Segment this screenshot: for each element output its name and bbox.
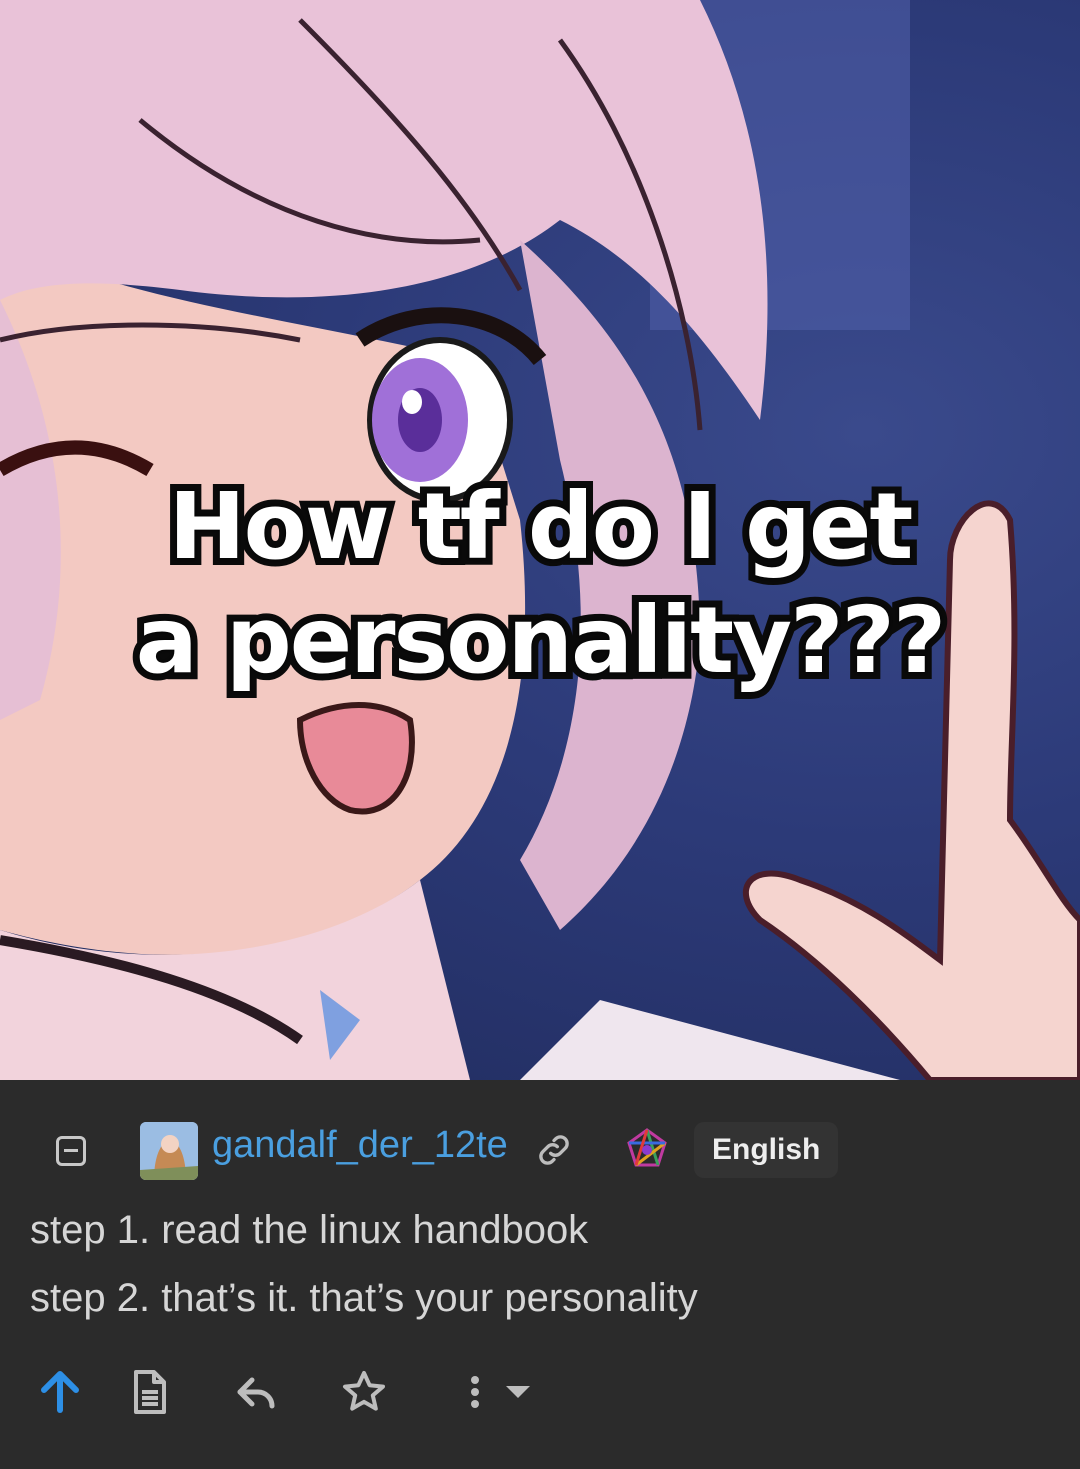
language-badge: English bbox=[694, 1122, 839, 1178]
comment-line-1: step 1. read the linux handbook bbox=[30, 1208, 589, 1252]
instance-logo-icon[interactable] bbox=[624, 1126, 670, 1177]
comment-actions bbox=[0, 1362, 1080, 1422]
comment-body: step 1. read the linux handbook step 2. … bbox=[30, 1196, 1050, 1332]
star-icon[interactable] bbox=[340, 1368, 388, 1421]
reply-icon[interactable] bbox=[232, 1368, 280, 1421]
link-icon[interactable] bbox=[534, 1130, 574, 1175]
anime-character-artwork bbox=[0, 0, 1080, 1080]
username-link[interactable]: gandalf_der_12te bbox=[212, 1124, 508, 1167]
comment-line-2: step 2. that’s it. that’s your personali… bbox=[30, 1276, 698, 1320]
avatar-image bbox=[140, 1122, 198, 1180]
chevron-down-icon[interactable] bbox=[502, 1368, 534, 1421]
avatar[interactable] bbox=[140, 1122, 198, 1180]
kebab-menu-icon[interactable] bbox=[460, 1368, 490, 1421]
arrow-up-icon[interactable] bbox=[36, 1368, 84, 1421]
comment-header: gandalf_der_12te English bbox=[0, 1118, 1080, 1182]
meme-image[interactable]: How tf do I get a personality??? bbox=[0, 0, 1080, 1080]
document-icon[interactable] bbox=[128, 1368, 172, 1421]
minus-square-icon[interactable] bbox=[56, 1136, 86, 1166]
